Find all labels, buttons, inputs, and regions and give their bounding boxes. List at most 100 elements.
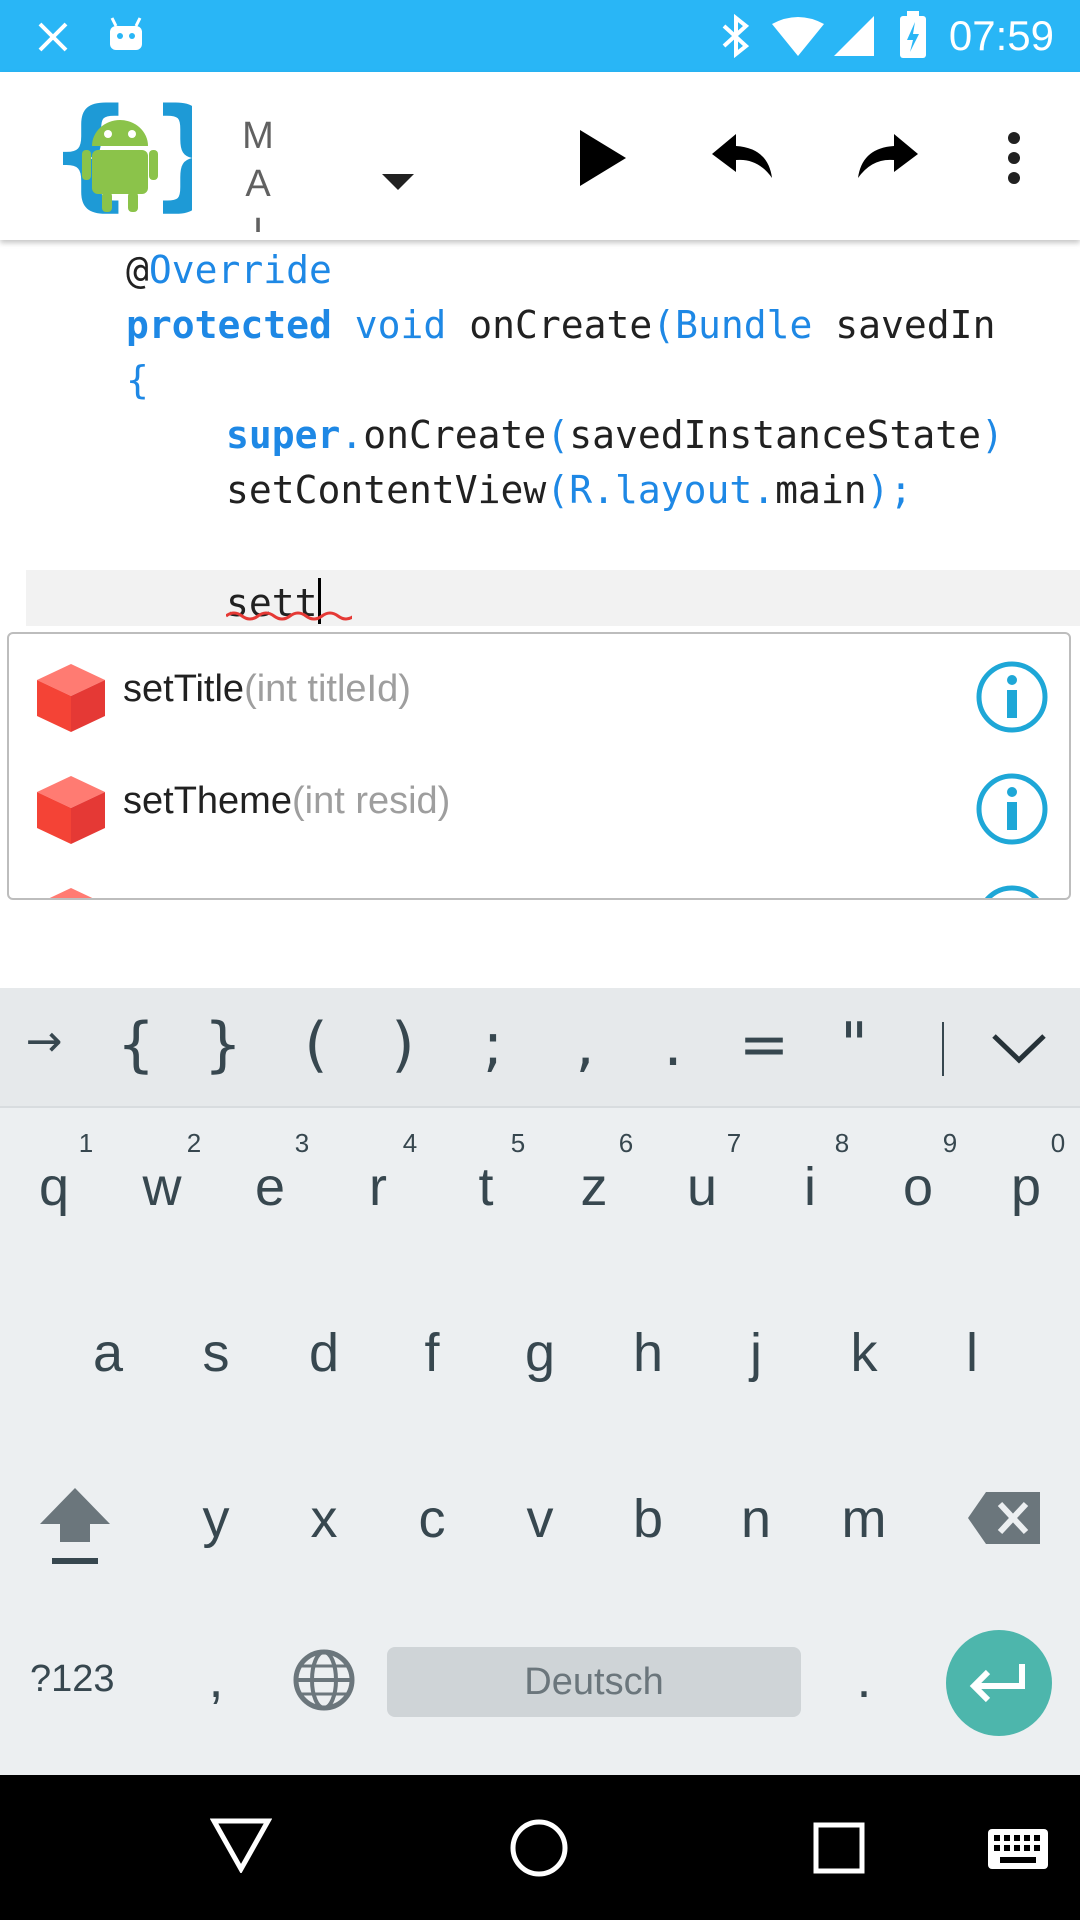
key-hint: 9	[942, 1128, 958, 1158]
autocomplete-popup: setTitle(int titleId) setTheme(int resid…	[7, 632, 1071, 900]
info-icon[interactable]	[975, 884, 1049, 900]
navigation-bar	[0, 1775, 1080, 1920]
clock: 07:59	[948, 12, 1054, 59]
enter-arrow-icon	[969, 1664, 1025, 1703]
symbol-key[interactable]: {	[106, 1010, 166, 1080]
method-cube-icon	[37, 664, 105, 732]
key-z[interactable]: z	[554, 1156, 634, 1218]
collapse-chevron-icon[interactable]	[990, 1032, 1048, 1066]
symbol-key[interactable]: ;	[463, 1010, 523, 1080]
symbol-key[interactable]: =	[734, 1010, 794, 1080]
symbol-key[interactable]: "	[824, 1010, 884, 1080]
code-line: super.onCreate(savedInstanceState)	[226, 413, 1004, 457]
close-icon[interactable]	[36, 20, 70, 54]
shift-icon[interactable]	[38, 1486, 112, 1568]
key-a[interactable]: a	[68, 1322, 148, 1384]
key-hint: 7	[726, 1128, 742, 1158]
key-hint: 5	[510, 1128, 526, 1158]
code-line: protected void onCreate(Bundle savedIn	[126, 303, 996, 347]
key-k[interactable]: k	[824, 1322, 904, 1384]
key-p[interactable]: p	[986, 1156, 1066, 1218]
suggestion-label: setTheme(int resid)	[123, 780, 451, 822]
tab-key[interactable]: →	[14, 1016, 74, 1067]
key-j[interactable]: j	[716, 1322, 796, 1384]
key-hint: 1	[78, 1128, 94, 1158]
key-hint: 2	[186, 1128, 202, 1158]
key-q[interactable]: q	[14, 1156, 94, 1218]
title-letter: I	[252, 211, 264, 232]
key-s[interactable]: s	[176, 1322, 256, 1384]
key-period[interactable]: .	[824, 1648, 904, 1710]
suggestion-item[interactable]: setTheme(int resid)	[9, 746, 1069, 858]
key-y[interactable]: y	[176, 1488, 256, 1550]
key-r[interactable]: r	[338, 1156, 418, 1218]
key-b[interactable]: b	[608, 1488, 688, 1550]
key-i[interactable]: i	[770, 1156, 850, 1218]
run-icon[interactable]	[576, 128, 628, 188]
key-hint: 0	[1050, 1128, 1066, 1158]
info-icon[interactable]	[975, 772, 1049, 846]
redo-icon[interactable]	[854, 132, 920, 182]
key-hint: 6	[618, 1128, 634, 1158]
title-letter: M	[242, 115, 274, 157]
current-line-highlight	[26, 570, 1080, 626]
android-notification-icon	[110, 17, 142, 50]
title-letter: A	[245, 163, 271, 205]
app-logo-icon[interactable]: { }	[48, 94, 192, 218]
key-f[interactable]: f	[392, 1322, 472, 1384]
recents-icon[interactable]	[812, 1821, 866, 1875]
code-line: @Override	[126, 248, 332, 292]
symbols-mode-key[interactable]: ?123	[30, 1658, 115, 1701]
dropdown-icon[interactable]	[382, 172, 414, 192]
code-line: setContentView(R.layout.main);	[226, 468, 913, 512]
key-m[interactable]: m	[824, 1488, 904, 1550]
status-bar: 07:59	[0, 0, 1080, 72]
divider	[942, 1022, 944, 1076]
backspace-icon[interactable]	[966, 1490, 1042, 1546]
suggestion-label: setTitle(int titleId)	[123, 668, 411, 710]
key-c[interactable]: c	[392, 1488, 472, 1550]
key-comma[interactable]: ,	[176, 1648, 256, 1710]
key-o[interactable]: o	[878, 1156, 958, 1218]
signal-icon	[834, 16, 874, 56]
method-cube-icon	[37, 776, 105, 844]
key-hint: 4	[402, 1128, 418, 1158]
bluetooth-icon	[722, 14, 750, 58]
symbol-row: → { } ( ) ; , . = "	[0, 988, 1080, 1108]
key-x[interactable]: x	[284, 1488, 364, 1550]
method-cube-icon	[49, 888, 93, 898]
key-d[interactable]: d	[284, 1322, 364, 1384]
undo-icon[interactable]	[710, 132, 776, 182]
spacebar[interactable]: Deutsch	[387, 1647, 801, 1717]
suggestion-item-partial[interactable]	[9, 858, 1069, 900]
enter-key[interactable]	[946, 1630, 1052, 1736]
symbol-key[interactable]: .	[643, 1010, 703, 1080]
symbol-key[interactable]: )	[373, 1010, 433, 1080]
key-hint: 3	[294, 1128, 310, 1158]
battery-icon	[900, 11, 926, 58]
key-l[interactable]: l	[932, 1322, 1012, 1384]
suggestion-item[interactable]: setTitle(int titleId)	[9, 634, 1069, 746]
overflow-menu-icon[interactable]	[1004, 130, 1024, 186]
app-bar: { } M A I	[0, 72, 1080, 240]
info-icon[interactable]	[975, 660, 1049, 734]
globe-icon[interactable]	[292, 1648, 356, 1712]
key-w[interactable]: w	[122, 1156, 202, 1218]
wifi-icon	[772, 17, 824, 56]
symbol-key[interactable]: ,	[555, 1010, 615, 1080]
keyboard-switch-icon[interactable]	[986, 1827, 1050, 1871]
symbol-key[interactable]: }	[193, 1010, 253, 1080]
home-icon[interactable]	[508, 1817, 570, 1879]
code-line: {	[126, 358, 149, 402]
key-e[interactable]: e	[230, 1156, 310, 1218]
key-n[interactable]: n	[716, 1488, 796, 1550]
file-title[interactable]: M A I	[238, 112, 278, 232]
back-icon[interactable]	[210, 1817, 272, 1873]
symbol-key[interactable]: (	[286, 1010, 346, 1080]
key-v[interactable]: v	[500, 1488, 580, 1550]
key-g[interactable]: g	[500, 1322, 580, 1384]
key-u[interactable]: u	[662, 1156, 742, 1218]
spelling-error-underline	[226, 611, 352, 621]
key-h[interactable]: h	[608, 1322, 688, 1384]
key-t[interactable]: t	[446, 1156, 526, 1218]
